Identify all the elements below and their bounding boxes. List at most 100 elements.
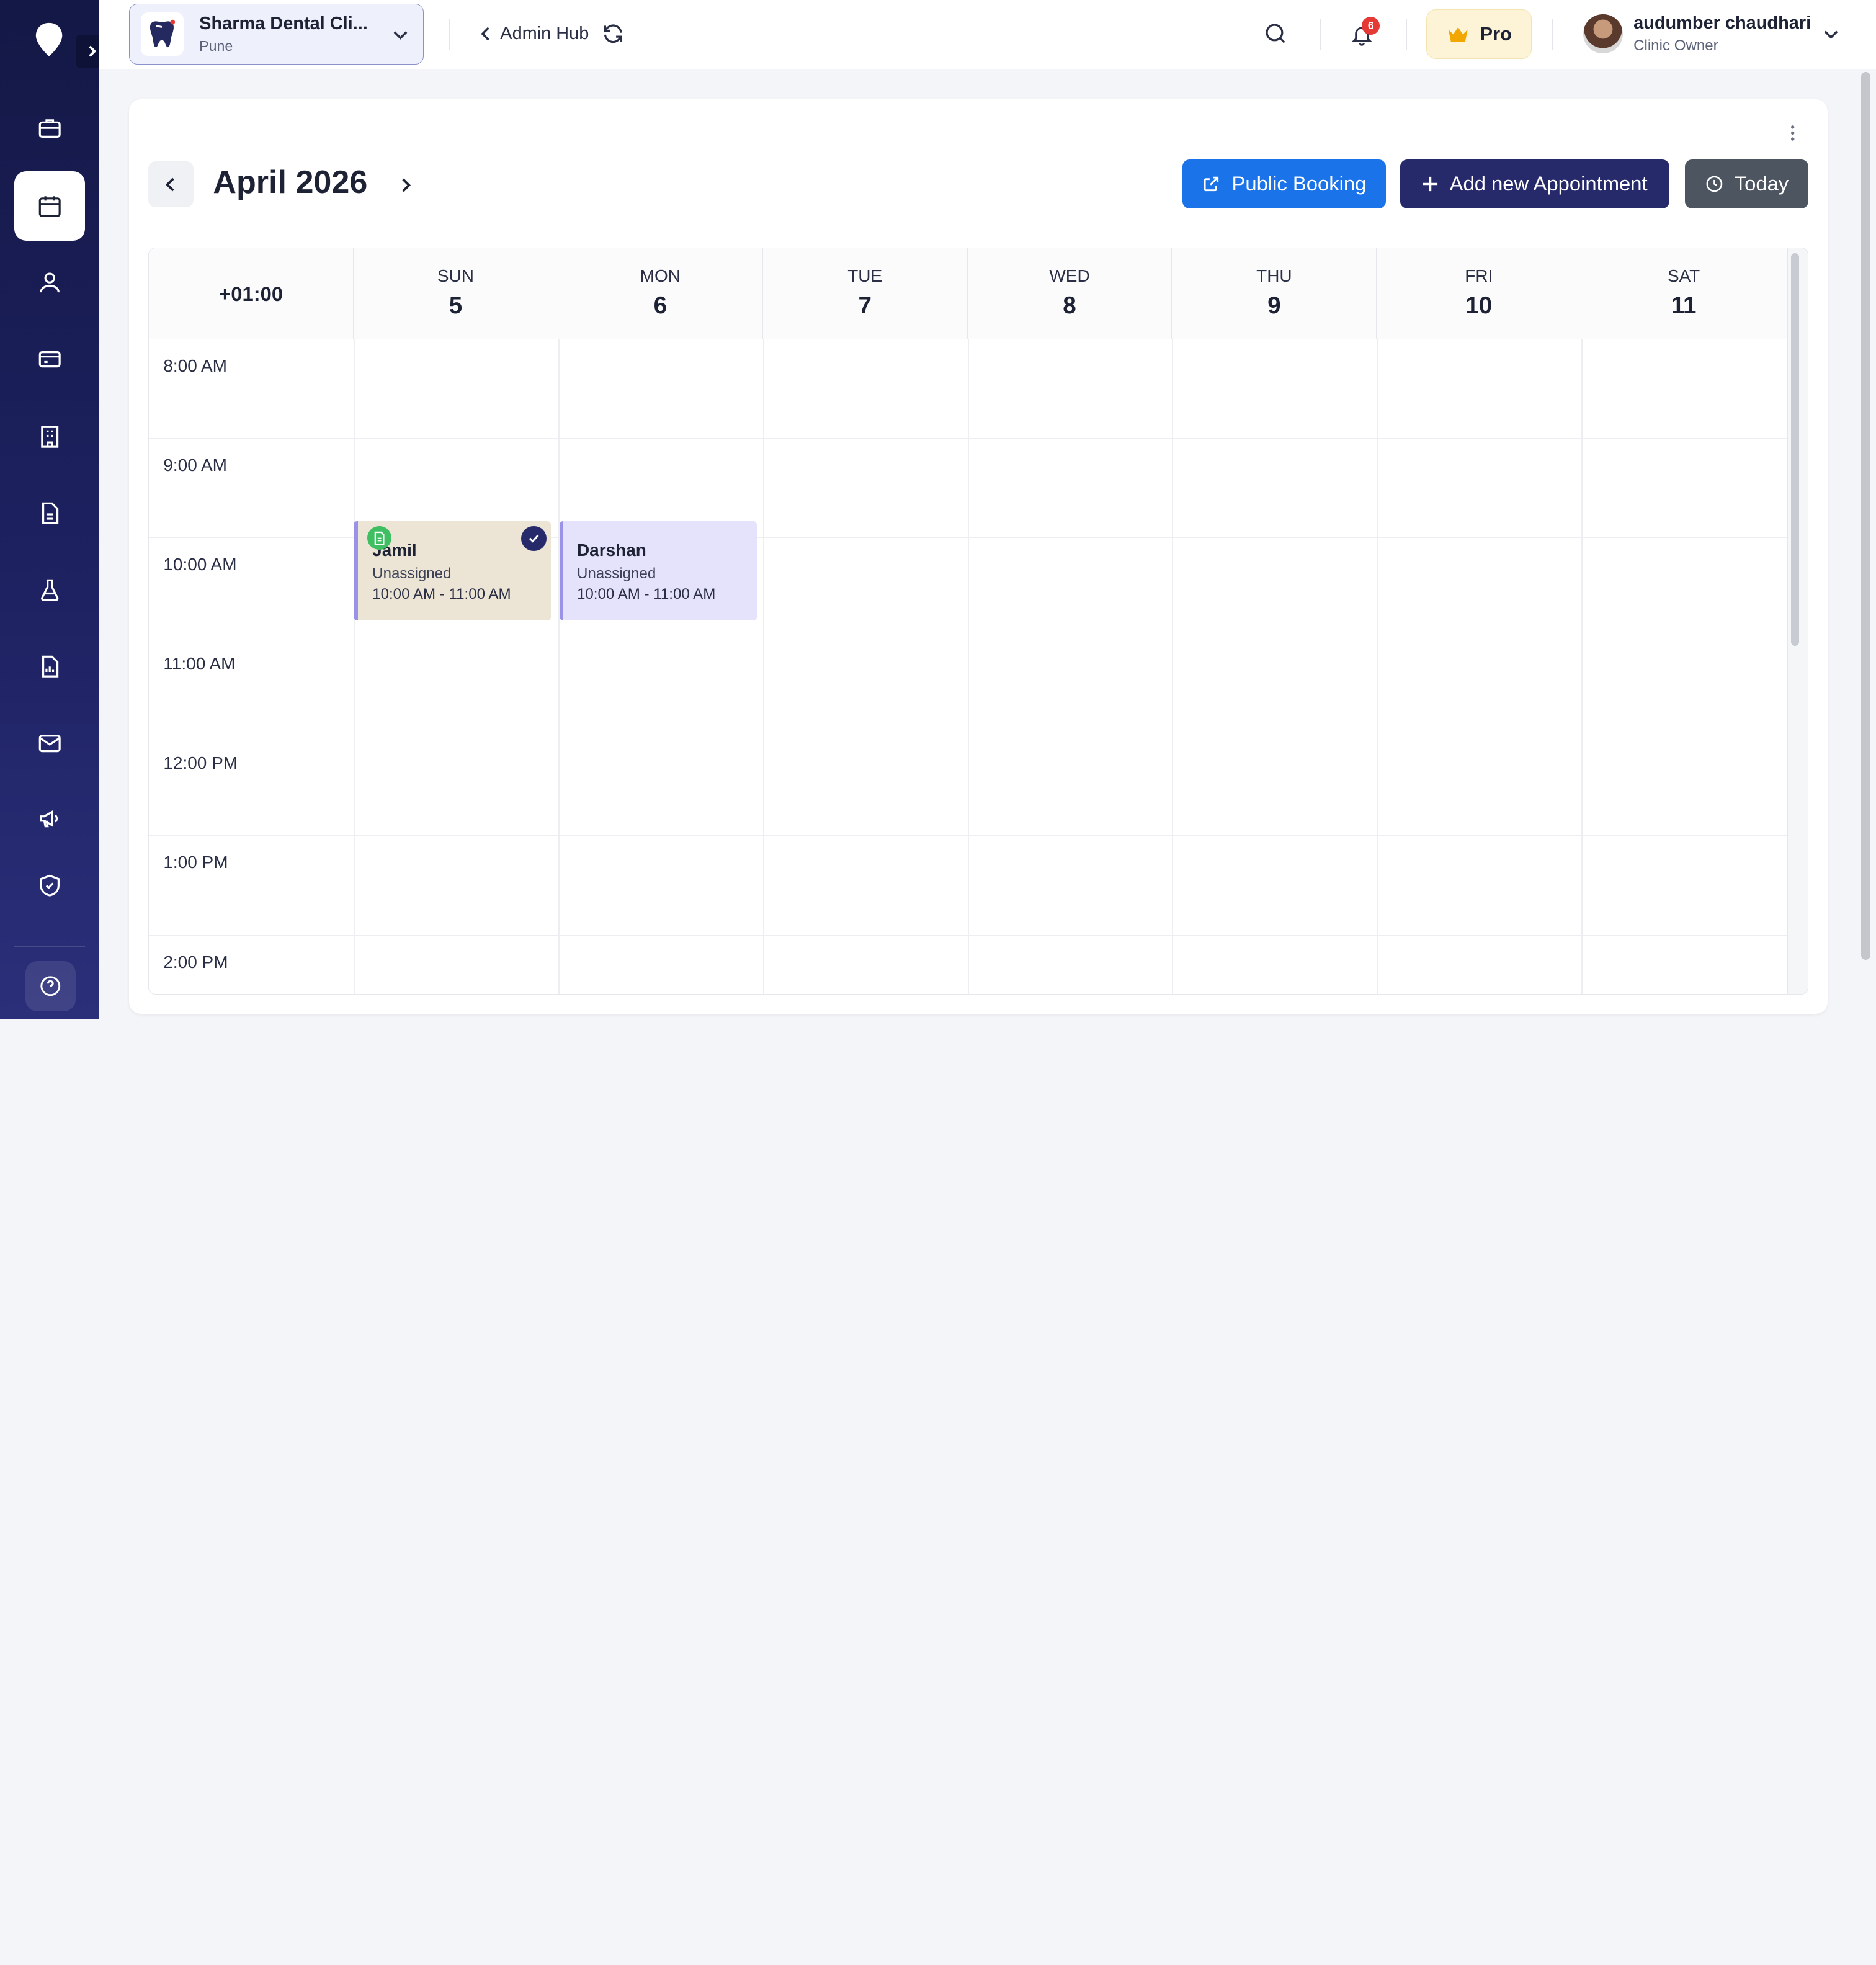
sidebar-item-messages[interactable] <box>14 709 85 778</box>
hour-label: 2:00 PM <box>163 952 228 972</box>
divider <box>1552 19 1553 50</box>
chevron-down-icon <box>393 30 408 40</box>
report-icon <box>42 655 59 678</box>
appointment-status: Unassigned <box>576 565 656 582</box>
page-scrollbar[interactable] <box>1860 71 1871 960</box>
day-header[interactable]: THU 9 <box>1172 248 1377 339</box>
app-root: Sharma Dental Cli... Pune Admin Hub 6 Pr… <box>0 0 1876 1019</box>
sidebar-item-clinics[interactable] <box>14 402 85 472</box>
public-booking-label: Public Booking <box>1231 172 1367 195</box>
column-divider <box>762 339 764 994</box>
sidebar-item-lab[interactable] <box>14 555 85 625</box>
today-button[interactable]: Today <box>1685 159 1808 208</box>
column-divider <box>1581 339 1583 994</box>
sidebar-item-marketing[interactable] <box>14 784 85 853</box>
column-divider <box>354 339 355 994</box>
day-name: MON <box>640 266 681 286</box>
notification-badge: 6 <box>1362 17 1380 35</box>
month-title: April 2026 <box>213 164 368 201</box>
sidebar-item-documents[interactable] <box>14 479 85 548</box>
megaphone-icon <box>40 810 58 828</box>
hour-label: 10:00 AM <box>163 555 237 575</box>
crown-icon <box>1449 27 1468 42</box>
add-appointment-button[interactable]: Add new Appointment <box>1400 159 1669 208</box>
search-button[interactable] <box>1262 20 1289 51</box>
day-number: 7 <box>858 292 872 319</box>
day-number: 9 <box>1267 292 1281 319</box>
day-number: 8 <box>1063 292 1076 319</box>
day-header[interactable]: SUN 5 <box>354 248 558 339</box>
flask-icon <box>40 579 59 601</box>
card-icon <box>38 351 61 368</box>
appointment-card[interactable]: Darshan Unassigned 10:00 AM - 11:00 AM <box>559 521 757 621</box>
hour-label: 12:00 PM <box>163 753 238 773</box>
clinic-name: Sharma Dental Cli... <box>199 14 368 34</box>
document-icon <box>42 503 59 525</box>
chevron-left-icon <box>166 177 175 192</box>
sidebar <box>0 0 109 1019</box>
previous-week-button[interactable] <box>148 161 194 207</box>
hour-label: 11:00 AM <box>163 654 236 674</box>
day-name: THU <box>1256 266 1292 286</box>
appointment-card[interactable]: Jamil Unassigned 10:00 AM - 11:00 AM <box>354 521 552 621</box>
file-icon <box>374 531 385 545</box>
help-button[interactable] <box>25 960 76 1011</box>
top-bar: Sharma Dental Cli... Pune Admin Hub 6 Pr… <box>99 0 1876 69</box>
day-number: 10 <box>1465 292 1493 319</box>
sidebar-divider <box>14 945 85 947</box>
day-header[interactable]: TUE 7 <box>763 248 968 339</box>
more-options-button[interactable] <box>1788 123 1797 148</box>
column-divider <box>1172 339 1174 994</box>
check-icon <box>529 535 539 544</box>
day-name: FRI <box>1465 266 1493 286</box>
public-booking-button[interactable]: Public Booking <box>1182 159 1386 208</box>
kebab-menu-icon <box>1790 125 1795 141</box>
user-menu[interactable]: audumber chaudhari Clinic Owner <box>1583 13 1839 55</box>
refresh-button[interactable] <box>601 22 625 46</box>
app-logo[interactable] <box>30 20 68 59</box>
day-header[interactable]: WED 8 <box>968 248 1172 339</box>
tooth-icon <box>150 19 176 48</box>
next-week-button[interactable] <box>389 169 422 202</box>
user-name: audumber chaudhari <box>1633 13 1811 34</box>
today-label: Today <box>1734 172 1789 195</box>
admin-hub-label: Admin Hub <box>500 23 589 43</box>
clinic-selector[interactable]: Sharma Dental Cli... Pune <box>129 3 424 65</box>
user-icon <box>40 272 60 293</box>
divider <box>1320 19 1321 50</box>
appointment-time: 10:00 AM - 11:00 AM <box>576 586 716 603</box>
clock-icon <box>1706 176 1722 192</box>
sidebar-item-calendar[interactable] <box>14 171 85 241</box>
day-number: 11 <box>1671 292 1697 319</box>
refresh-icon <box>604 24 622 43</box>
week-calendar: +01:00 SUN 5 MON 6 TUE 7 WED 8 THU 9 FRI… <box>148 248 1808 995</box>
pro-label: Pro <box>1480 22 1512 45</box>
day-header[interactable]: MON 6 <box>558 248 763 339</box>
day-name: SAT <box>1667 266 1700 286</box>
help-icon <box>40 976 60 996</box>
chevron-right-icon <box>89 45 97 58</box>
sidebar-item-patients[interactable] <box>14 248 85 317</box>
sidebar-item-reports[interactable] <box>14 632 85 702</box>
chevron-down-icon <box>1825 30 1838 39</box>
day-header[interactable]: FRI 10 <box>1377 248 1582 339</box>
pro-button[interactable]: Pro <box>1426 9 1532 59</box>
briefcase-icon <box>38 119 61 138</box>
admin-hub-link[interactable]: Admin Hub <box>479 22 625 46</box>
external-link-icon <box>1204 176 1219 191</box>
document-badge <box>367 526 392 550</box>
hour-label: 1:00 PM <box>163 853 228 872</box>
appointment-patient: Darshan <box>576 540 646 560</box>
divider <box>1406 19 1408 50</box>
user-role: Clinic Owner <box>1633 37 1718 54</box>
day-header[interactable]: SAT 11 <box>1581 248 1786 339</box>
sidebar-item-dashboard[interactable] <box>14 93 85 163</box>
appointment-time: 10:00 AM - 11:00 AM <box>372 586 511 603</box>
sidebar-item-billing[interactable] <box>14 325 85 394</box>
day-name: TUE <box>847 266 883 286</box>
hour-label: 9:00 AM <box>163 455 227 475</box>
sidebar-item-security[interactable] <box>14 851 85 921</box>
avatar <box>1583 14 1623 54</box>
mail-icon <box>38 734 61 752</box>
calendar-scrollbar[interactable] <box>1790 253 1800 646</box>
